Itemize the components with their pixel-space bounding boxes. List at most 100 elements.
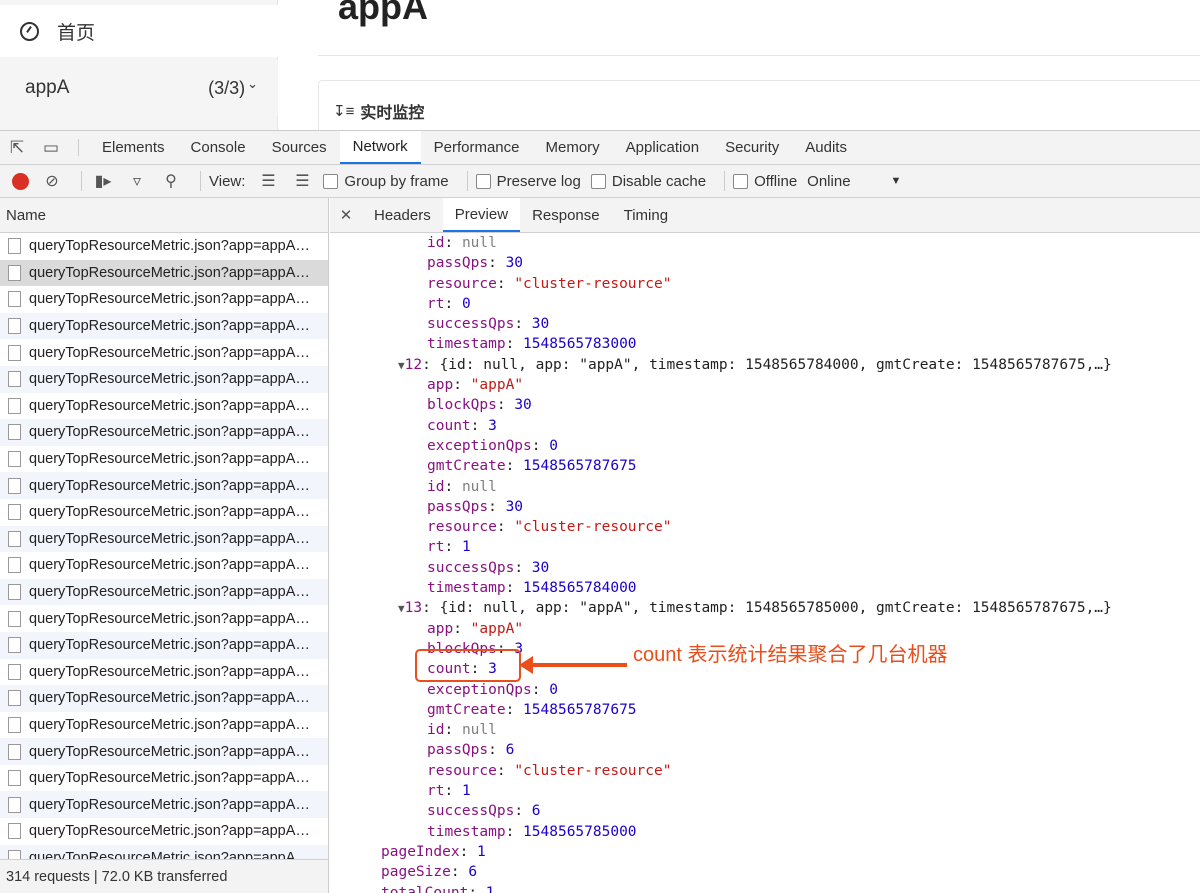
request-row[interactable]: queryTopResourceMetric.json?app=appA&des…: [0, 765, 328, 792]
request-row[interactable]: queryTopResourceMetric.json?app=appA&des…: [0, 446, 328, 473]
view-label: View:: [209, 173, 245, 190]
request-row[interactable]: queryTopResourceMetric.json?app=appA&des…: [0, 419, 328, 446]
request-name: queryTopResourceMetric.json?app=appA&des…: [29, 504, 319, 520]
request-row[interactable]: queryTopResourceMetric.json?app=appA&des…: [0, 393, 328, 420]
json-value: "appA": [471, 621, 523, 637]
annotation-text: count 表示统计结果聚合了几台机器: [633, 638, 947, 667]
tab-audits[interactable]: Audits: [792, 131, 860, 164]
document-icon: [8, 504, 21, 520]
request-row[interactable]: queryTopResourceMetric.json?app=appA&des…: [0, 605, 328, 632]
request-row[interactable]: queryTopResourceMetric.json?app=appA&des…: [0, 685, 328, 712]
json-array-item[interactable]: ▼12: {id: null, app: "appA", timestamp: …: [330, 355, 1200, 375]
request-row[interactable]: queryTopResourceMetric.json?app=appA&des…: [0, 845, 328, 859]
inspect-element-icon[interactable]: ⇱: [0, 131, 34, 164]
waterfall-icon[interactable]: ☰: [289, 171, 315, 191]
json-field: id: null: [330, 233, 1200, 253]
close-icon[interactable]: ✕: [330, 198, 362, 232]
detail-tab-headers[interactable]: Headers: [362, 198, 443, 232]
detail-tab-preview[interactable]: Preview: [443, 198, 520, 232]
json-key: exceptionQps: [427, 682, 532, 698]
document-icon: [8, 823, 21, 839]
tab-console[interactable]: Console: [178, 131, 259, 164]
json-field: exceptionQps: 0: [330, 680, 1200, 700]
json-value: 1548565785000: [523, 824, 637, 840]
preserve-log-label: Preserve log: [497, 173, 581, 190]
disable-cache-option[interactable]: Disable cache: [591, 173, 706, 190]
request-row[interactable]: queryTopResourceMetric.json?app=appA&des…: [0, 632, 328, 659]
json-value: 1548565787675: [523, 702, 637, 718]
offline-checkbox[interactable]: [733, 174, 748, 189]
sidebar-item-home[interactable]: 首页: [0, 5, 278, 57]
search-icon[interactable]: ⚲: [158, 171, 184, 191]
clear-icon[interactable]: ⊘: [39, 171, 65, 191]
request-row[interactable]: queryTopResourceMetric.json?app=appA&des…: [0, 366, 328, 393]
json-key: count: [427, 418, 471, 434]
document-icon: [8, 770, 21, 786]
detail-tab-response[interactable]: Response: [520, 198, 612, 232]
dashboard-icon: [20, 22, 39, 41]
record-icon[interactable]: [12, 173, 29, 190]
request-row[interactable]: queryTopResourceMetric.json?app=appA&des…: [0, 659, 328, 686]
request-row[interactable]: queryTopResourceMetric.json?app=appA&des…: [0, 499, 328, 526]
large-rows-icon[interactable]: ☰: [255, 171, 281, 191]
disable-cache-checkbox[interactable]: [591, 174, 606, 189]
chevron-down-icon[interactable]: ⌄: [247, 76, 258, 92]
divider: [467, 171, 468, 191]
json-key: successQps: [427, 803, 514, 819]
json-array-item[interactable]: ▼13: {id: null, app: "appA", timestamp: …: [330, 598, 1200, 618]
json-key: id: [427, 235, 444, 251]
json-field: timestamp: 1548565785000: [330, 822, 1200, 842]
request-name: queryTopResourceMetric.json?app=appA&des…: [29, 531, 319, 547]
request-row[interactable]: queryTopResourceMetric.json?app=appA&des…: [0, 818, 328, 845]
network-toolbar: ⊘ ▮▸ ▿ ⚲ View: ☰ ☰ Group by frame Preser…: [0, 165, 1200, 198]
request-row[interactable]: queryTopResourceMetric.json?app=appA&des…: [0, 260, 328, 287]
tab-network[interactable]: Network: [340, 131, 421, 164]
request-name: queryTopResourceMetric.json?app=appA&des…: [29, 238, 319, 254]
request-name: queryTopResourceMetric.json?app=appA&des…: [29, 744, 319, 760]
json-index: 13: [405, 600, 422, 616]
group-by-frame-checkbox[interactable]: [323, 174, 338, 189]
detail-tab-timing[interactable]: Timing: [612, 198, 680, 232]
throttle-select[interactable]: Online ▼: [807, 173, 901, 190]
json-field: app: "appA": [330, 619, 1200, 639]
devtools-tabbar: ⇱ ▭ ElementsConsoleSourcesNetworkPerform…: [0, 131, 1200, 165]
screenshot-icon[interactable]: ▮▸: [90, 171, 116, 191]
request-row[interactable]: queryTopResourceMetric.json?app=appA&des…: [0, 712, 328, 739]
expand-arrow-icon[interactable]: ▼: [398, 359, 405, 372]
device-toolbar-icon[interactable]: ▭: [34, 131, 68, 164]
preserve-log-checkbox[interactable]: [476, 174, 491, 189]
request-row[interactable]: queryTopResourceMetric.json?app=appA&des…: [0, 579, 328, 606]
document-icon: [8, 744, 21, 760]
request-name: queryTopResourceMetric.json?app=appA&des…: [29, 797, 319, 813]
divider: [200, 171, 201, 191]
page-title: appA: [338, 0, 428, 28]
request-row[interactable]: queryTopResourceMetric.json?app=appA&des…: [0, 552, 328, 579]
json-key: resource: [427, 519, 497, 535]
tab-elements[interactable]: Elements: [89, 131, 178, 164]
annotation-highlight-box: [415, 649, 521, 682]
request-row[interactable]: queryTopResourceMetric.json?app=appA&des…: [0, 339, 328, 366]
sidebar-item-app[interactable]: appA (3/3) ⌄: [0, 60, 278, 116]
preserve-log-option[interactable]: Preserve log: [476, 173, 581, 190]
expand-arrow-icon[interactable]: ▼: [398, 602, 405, 615]
request-row[interactable]: queryTopResourceMetric.json?app=appA&des…: [0, 738, 328, 765]
json-key: rt: [427, 539, 444, 555]
group-by-frame-option[interactable]: Group by frame: [323, 173, 448, 190]
tab-security[interactable]: Security: [712, 131, 792, 164]
request-row[interactable]: queryTopResourceMetric.json?app=appA&des…: [0, 286, 328, 313]
offline-option[interactable]: Offline: [733, 173, 797, 190]
json-key: blockQps: [427, 397, 497, 413]
tab-sources[interactable]: Sources: [259, 131, 340, 164]
request-row[interactable]: queryTopResourceMetric.json?app=appA&des…: [0, 313, 328, 340]
request-row[interactable]: queryTopResourceMetric.json?app=appA&des…: [0, 472, 328, 499]
request-row[interactable]: queryTopResourceMetric.json?app=appA&des…: [0, 526, 328, 553]
name-column-header[interactable]: Name: [0, 198, 328, 233]
tab-application[interactable]: Application: [613, 131, 712, 164]
json-key: timestamp: [427, 336, 506, 352]
request-row[interactable]: queryTopResourceMetric.json?app=appA&des…: [0, 791, 328, 818]
request-row[interactable]: queryTopResourceMetric.json?app=appA&des…: [0, 233, 328, 260]
filter-icon[interactable]: ▿: [124, 171, 150, 191]
tab-memory[interactable]: Memory: [533, 131, 613, 164]
sidebar-item-label: 首页: [57, 18, 95, 45]
tab-performance[interactable]: Performance: [421, 131, 533, 164]
